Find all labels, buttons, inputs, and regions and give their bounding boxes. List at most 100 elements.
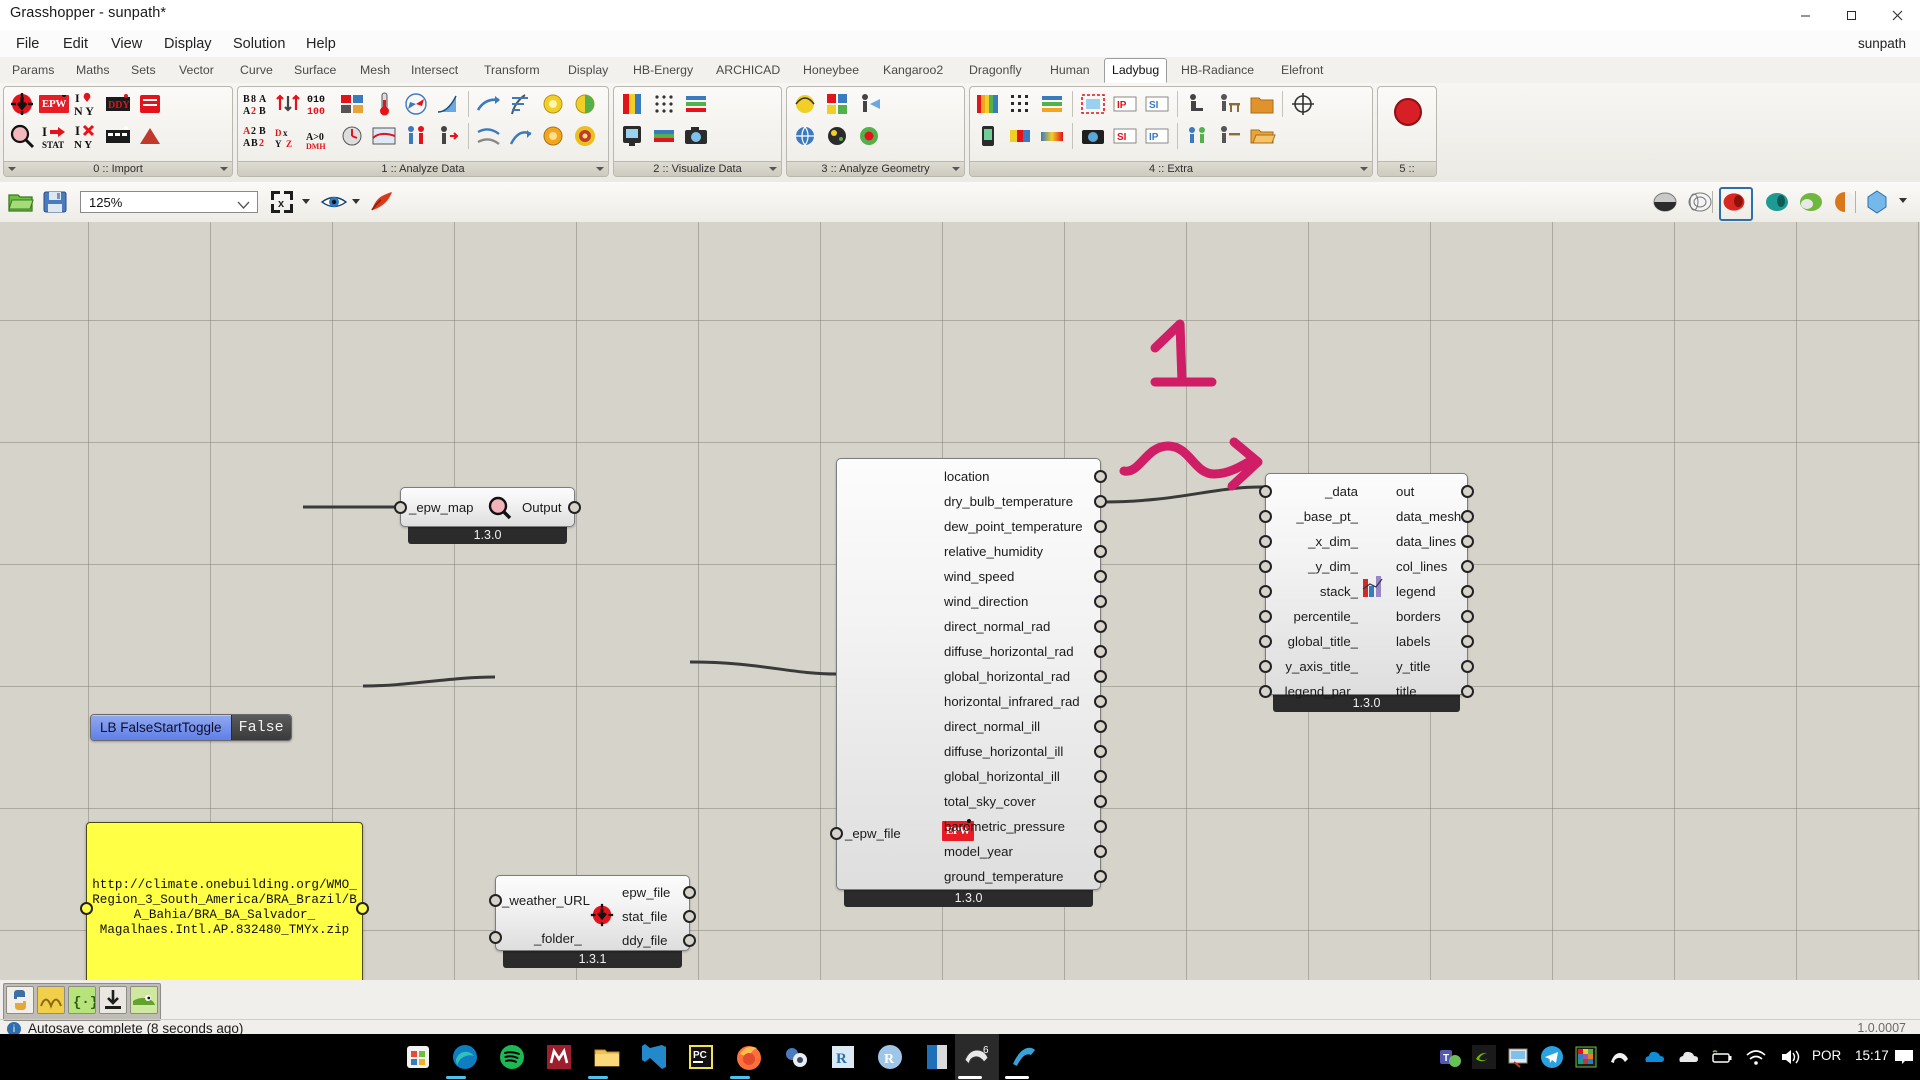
bluebeam-icon[interactable] — [920, 1040, 954, 1074]
wind-dir-icon[interactable] — [506, 121, 536, 151]
input-pin-weather-url[interactable] — [489, 894, 502, 907]
tab-maths[interactable]: Maths — [70, 60, 116, 81]
si-badge2-icon[interactable]: SI — [1110, 121, 1140, 151]
output-pin-borders[interactable] — [1461, 610, 1474, 623]
volume-icon[interactable] — [1778, 1045, 1802, 1069]
person-desk-icon[interactable] — [1215, 121, 1245, 151]
ribbon-group-label-import[interactable]: 0 :: Import — [4, 161, 232, 176]
language-indicator[interactable]: POR — [1812, 1048, 1841, 1063]
output-pin-wind-speed[interactable] — [1094, 570, 1107, 583]
output-pin-horizontal-infrared-rad[interactable] — [1094, 695, 1107, 708]
tab-dragonfly[interactable]: Dragonfly — [963, 60, 1028, 81]
csharp-script-icon[interactable]: {·} — [68, 986, 96, 1014]
output-pin-dry-bulb-temperature[interactable] — [1094, 495, 1107, 508]
radiation-ball-icon[interactable] — [854, 121, 884, 151]
output-pin-y-title[interactable] — [1461, 660, 1474, 673]
bake-icon[interactable] — [368, 188, 396, 216]
maximize-button[interactable] — [1828, 0, 1874, 30]
arrows-red-icon[interactable] — [273, 89, 303, 119]
download-icon[interactable] — [99, 986, 127, 1014]
revit-icon[interactable]: R — [826, 1040, 860, 1074]
tab-elefront[interactable]: Elefront — [1275, 60, 1329, 81]
i-arrow-icon[interactable]: I STAT — [39, 121, 69, 151]
output-pin-global-horizontal-rad[interactable] — [1094, 670, 1107, 683]
output-pin-ground-temperature[interactable] — [1094, 870, 1107, 883]
menu-item-edit[interactable]: Edit — [57, 34, 94, 54]
mendeley-icon[interactable] — [542, 1040, 576, 1074]
menu-item-file[interactable]: File — [10, 34, 45, 54]
tab-vector[interactable]: Vector — [173, 60, 220, 81]
onedrive-blue-icon[interactable] — [1642, 1045, 1666, 1069]
tab-display[interactable]: Display — [562, 60, 614, 81]
output-pin-data-lines[interactable] — [1461, 535, 1474, 548]
colour-icon[interactable] — [1862, 187, 1892, 217]
grasshopper-icon[interactable] — [1007, 1040, 1041, 1074]
file-explorer-icon[interactable] — [590, 1040, 624, 1074]
tab-curve[interactable]: Curve — [234, 60, 279, 81]
menu-item-help[interactable]: Help — [300, 34, 342, 54]
output-pin-global-horizontal-ill[interactable] — [1094, 770, 1107, 783]
output-pin-model-year[interactable] — [1094, 845, 1107, 858]
camera-icon[interactable] — [681, 121, 711, 151]
colorpicker-icon[interactable] — [1574, 1045, 1598, 1069]
open-folder-icon[interactable] — [7, 188, 35, 216]
output-pin-relative-humidity[interactable] — [1094, 545, 1107, 558]
tab-kangaroo2[interactable]: Kangaroo2 — [877, 60, 949, 81]
color-palette-icon[interactable] — [973, 89, 1003, 119]
input-pin-epw-file[interactable] — [830, 827, 843, 840]
menu-item-display[interactable]: Display — [158, 34, 218, 54]
menu-item-solution[interactable]: Solution — [227, 34, 291, 54]
panel-input-pin[interactable] — [80, 902, 93, 915]
zoom-extents-icon[interactable]: x — [268, 188, 296, 216]
rendered-red-icon[interactable] — [1719, 187, 1753, 221]
nvidia-icon[interactable] — [1472, 1045, 1496, 1069]
minimize-button[interactable] — [1782, 0, 1828, 30]
output-pin-wind-direction[interactable] — [1094, 595, 1107, 608]
spotify-icon[interactable] — [495, 1040, 529, 1074]
i-x-icon[interactable]: IN Y — [71, 121, 101, 151]
output-pin-direct-normal-ill[interactable] — [1094, 720, 1107, 733]
import-data-red-icon[interactable] — [135, 89, 165, 119]
output-pin-total-sky-cover[interactable] — [1094, 795, 1107, 808]
ribbon-group-label-5[interactable]: 5 :: — [1378, 161, 1436, 176]
output-pin-barometric-pressure[interactable] — [1094, 820, 1107, 833]
import-red-wedge-icon[interactable] — [135, 121, 165, 151]
rhino-icon[interactable]: 6 — [960, 1040, 994, 1074]
panel-output-pin[interactable] — [356, 902, 369, 915]
display-dropdown-arrow[interactable] — [1899, 198, 1907, 203]
clock-chart-icon[interactable] — [337, 121, 367, 151]
ghosted-icon[interactable] — [1762, 187, 1792, 217]
output-pin-col-lines[interactable] — [1461, 560, 1474, 573]
gh-canvas[interactable]: LB FalseStartToggle False _epw_map Outpu… — [0, 222, 1920, 980]
wind-rose-icon[interactable] — [401, 89, 431, 119]
output-pin-output[interactable] — [568, 501, 581, 514]
shaded-dark-icon[interactable] — [1650, 187, 1680, 217]
person-arrow-icon[interactable] — [433, 121, 463, 151]
zoom-level-select[interactable]: 125% — [80, 191, 258, 213]
grid-chart-icon[interactable] — [337, 89, 367, 119]
snip-icon[interactable] — [1506, 1045, 1530, 1069]
i-love-ny-icon[interactable]: IN Y — [71, 89, 101, 119]
tab-archicad[interactable]: ARCHICAD — [710, 60, 786, 81]
clock[interactable]: 15:17 — [1855, 1048, 1889, 1063]
folder-open-orange-icon[interactable] — [1247, 121, 1277, 151]
blender-icon[interactable] — [779, 1040, 813, 1074]
ab-sort-icon[interactable]: B8AA2B — [241, 89, 271, 119]
output-pin-labels[interactable] — [1461, 635, 1474, 648]
zoom-extents-dropdown-arrow[interactable] — [302, 199, 310, 204]
epw-badge-icon[interactable]: EPW — [39, 95, 69, 113]
output-pin-direct-normal-rad[interactable] — [1094, 620, 1107, 633]
target-crosshair-icon[interactable] — [1288, 89, 1318, 119]
tab-mesh[interactable]: Mesh — [354, 60, 396, 81]
save-disk-icon[interactable] — [41, 188, 69, 216]
tab-hb-radiance[interactable]: HB-Radiance — [1175, 60, 1260, 81]
rainbow-legend-icon[interactable] — [649, 121, 679, 151]
tab-params[interactable]: Params — [6, 60, 60, 81]
gradient-bars-icon[interactable] — [681, 89, 711, 119]
sun-path-geom-icon[interactable] — [790, 89, 820, 119]
a-gt-zero-icon[interactable]: A>0 DMH — [305, 121, 335, 151]
ribbon-group-label-visualize-data[interactable]: 2 :: Visualize Data — [614, 161, 781, 176]
tab-intersect[interactable]: Intersect — [405, 60, 464, 81]
ribbon-group-label-analyze-data[interactable]: 1 :: Analyze Data — [238, 161, 608, 176]
wind-vector-icon[interactable] — [474, 89, 504, 119]
